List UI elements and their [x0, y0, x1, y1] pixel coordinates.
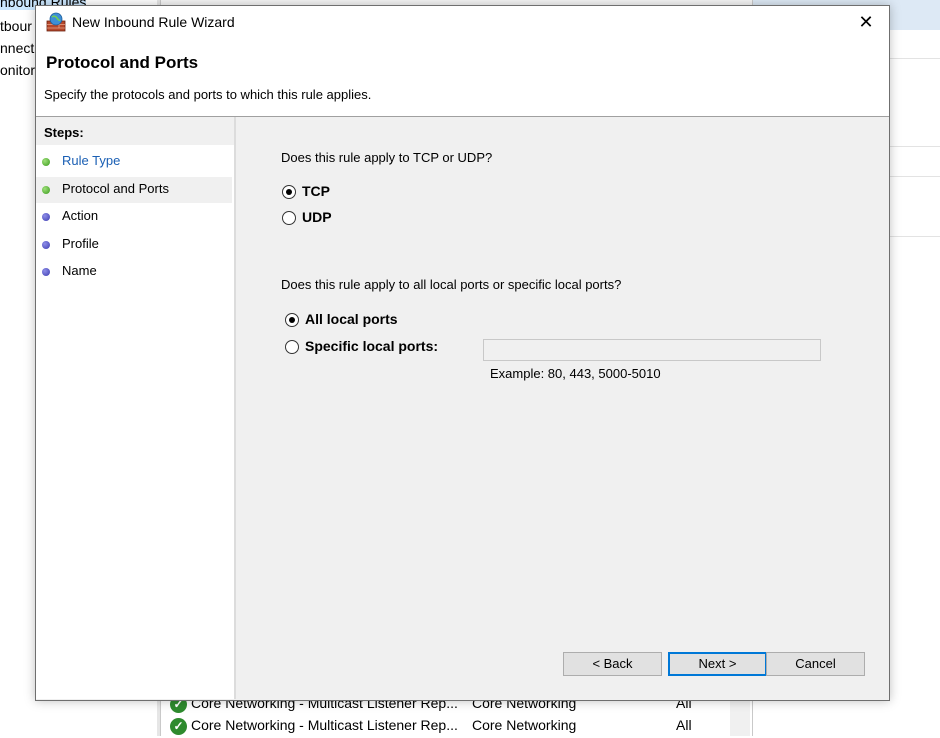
step-profile: Profile	[36, 232, 232, 258]
tcp-label[interactable]: TCP	[302, 183, 330, 199]
tree-node-outbound-rules[interactable]: tbour	[0, 18, 32, 34]
all-local-ports-radio[interactable]	[285, 313, 299, 327]
steps-title: Steps:	[44, 125, 84, 140]
step-rule-type[interactable]: Rule Type	[36, 149, 232, 175]
specific-local-ports-radio[interactable]	[285, 340, 299, 354]
step-pending-icon	[42, 241, 50, 249]
step-label: Name	[62, 263, 97, 278]
protocol-question: Does this rule apply to TCP or UDP?	[281, 150, 493, 165]
specific-ports-input[interactable]	[483, 339, 821, 361]
udp-label[interactable]: UDP	[302, 209, 332, 225]
ports-question: Does this rule apply to all local ports …	[281, 277, 622, 292]
step-done-icon	[42, 158, 50, 166]
dialog-titlebar[interactable]: New Inbound Rule Wizard ✕	[36, 6, 889, 38]
tree-node-monitoring[interactable]: onitor	[0, 62, 35, 78]
page-subtitle: Specify the protocols and ports to which…	[44, 87, 372, 102]
step-current-icon	[42, 186, 50, 194]
step-pending-icon	[42, 268, 50, 276]
firewall-globe-icon	[46, 12, 66, 32]
wizard-content: Does this rule apply to TCP or UDP? TCP …	[236, 117, 889, 699]
tcp-radio[interactable]	[282, 185, 296, 199]
step-pending-icon	[42, 213, 50, 221]
udp-radio[interactable]	[282, 211, 296, 225]
back-button[interactable]: < Back	[563, 652, 662, 676]
specific-local-ports-label[interactable]: Specific local ports:	[305, 338, 438, 354]
step-protocol-and-ports: Protocol and Ports	[36, 177, 232, 203]
step-label[interactable]: Rule Type	[62, 153, 120, 168]
dialog-title: New Inbound Rule Wizard	[72, 14, 235, 30]
cancel-button[interactable]: Cancel	[766, 652, 865, 676]
tree-node-connection-security[interactable]: nnect	[0, 40, 34, 56]
all-local-ports-label[interactable]: All local ports	[305, 311, 398, 327]
page-title: Protocol and Ports	[46, 53, 199, 72]
console-tree: nbound Rules tbour nnect onitor	[0, 0, 87, 736]
step-label: Profile	[62, 236, 99, 251]
enabled-check-icon: ✓	[170, 718, 187, 735]
close-icon[interactable]: ✕	[843, 6, 889, 38]
step-name: Name	[36, 259, 232, 285]
next-button[interactable]: Next >	[668, 652, 767, 676]
wizard-header: Protocol and Ports Specify the protocols…	[36, 38, 889, 117]
step-label: Protocol and Ports	[62, 181, 169, 196]
port-example-hint: Example: 80, 443, 5000-5010	[490, 366, 661, 381]
rule-profile-cell: All	[676, 717, 692, 733]
new-inbound-rule-wizard: New Inbound Rule Wizard ✕ Protocol and P…	[35, 5, 890, 701]
steps-panel: Steps: Rule Type Protocol and Ports Acti…	[36, 117, 234, 699]
step-label: Action	[62, 208, 99, 223]
rule-name-cell: Core Networking - Multicast Listener Rep…	[191, 717, 458, 733]
table-row[interactable]: ✓ Core Networking - Multicast Listener R…	[170, 716, 730, 738]
step-action: Action	[36, 204, 232, 230]
rule-group-cell: Core Networking	[472, 717, 577, 733]
